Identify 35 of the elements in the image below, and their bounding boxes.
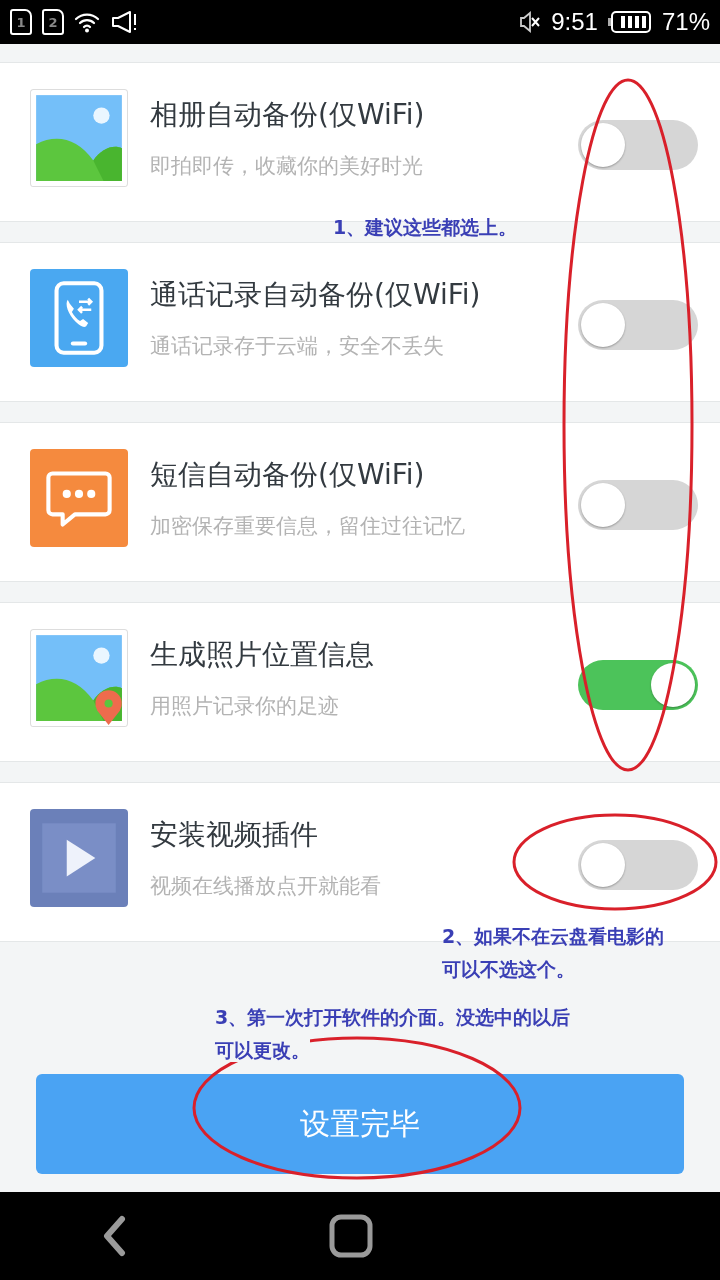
setting-description: 即拍即传，收藏你的美好时光 xyxy=(150,153,424,180)
toggle-switch[interactable] xyxy=(578,660,698,710)
battery-percent: 71% xyxy=(661,8,710,36)
toggle-switch[interactable] xyxy=(578,120,698,170)
home-icon[interactable] xyxy=(329,1214,373,1258)
toggle-switch[interactable] xyxy=(578,840,698,890)
setting-title: 短信自动备份(仅WiFi) xyxy=(150,457,426,493)
setting-title: 生成照片位置信息 xyxy=(150,637,375,673)
setting-title: 通话记录自动备份(仅WiFi) xyxy=(150,277,482,313)
sim-card-icon: 1 xyxy=(10,9,32,35)
annotation-text: 可以不选这个。 xyxy=(442,957,575,981)
setting-description: 用照片记录你的足迹 xyxy=(150,693,340,720)
toggle-switch[interactable] xyxy=(578,300,698,350)
back-icon[interactable] xyxy=(101,1215,127,1257)
annotation-text: 可以更改。 xyxy=(215,1038,310,1062)
chat-bubble-icon xyxy=(30,449,128,547)
mute-icon xyxy=(519,10,542,34)
setting-description: 加密保存重要信息，留住过往记忆 xyxy=(150,513,466,540)
toggle-switch[interactable] xyxy=(578,480,698,530)
annotation-text: 3、第一次打开软件的介面。没选中的以后 xyxy=(215,1006,571,1029)
setting-title: 相册自动备份(仅WiFi) xyxy=(150,97,426,133)
wifi-icon xyxy=(74,11,100,33)
setting-description: 视频在线播放点开就能看 xyxy=(150,873,382,900)
setting-description: 通话记录存于云端，安全不丢失 xyxy=(150,333,445,360)
landscape-pin-icon xyxy=(30,629,128,727)
landscape-icon xyxy=(30,89,128,187)
battery-icon xyxy=(607,10,652,34)
setting-title: 安装视频插件 xyxy=(150,817,319,853)
done-button[interactable]: 设置完毕 xyxy=(36,1074,684,1174)
sim-card-icon: 2 xyxy=(42,9,64,35)
annotation-text: 1、建议这些都选上。 xyxy=(333,216,518,239)
annotation-text: 2、如果不在云盘看电影的 xyxy=(442,925,665,948)
clock-time: 9:51 xyxy=(551,8,598,36)
film-play-icon xyxy=(30,809,128,907)
phone-call-icon xyxy=(30,269,128,367)
